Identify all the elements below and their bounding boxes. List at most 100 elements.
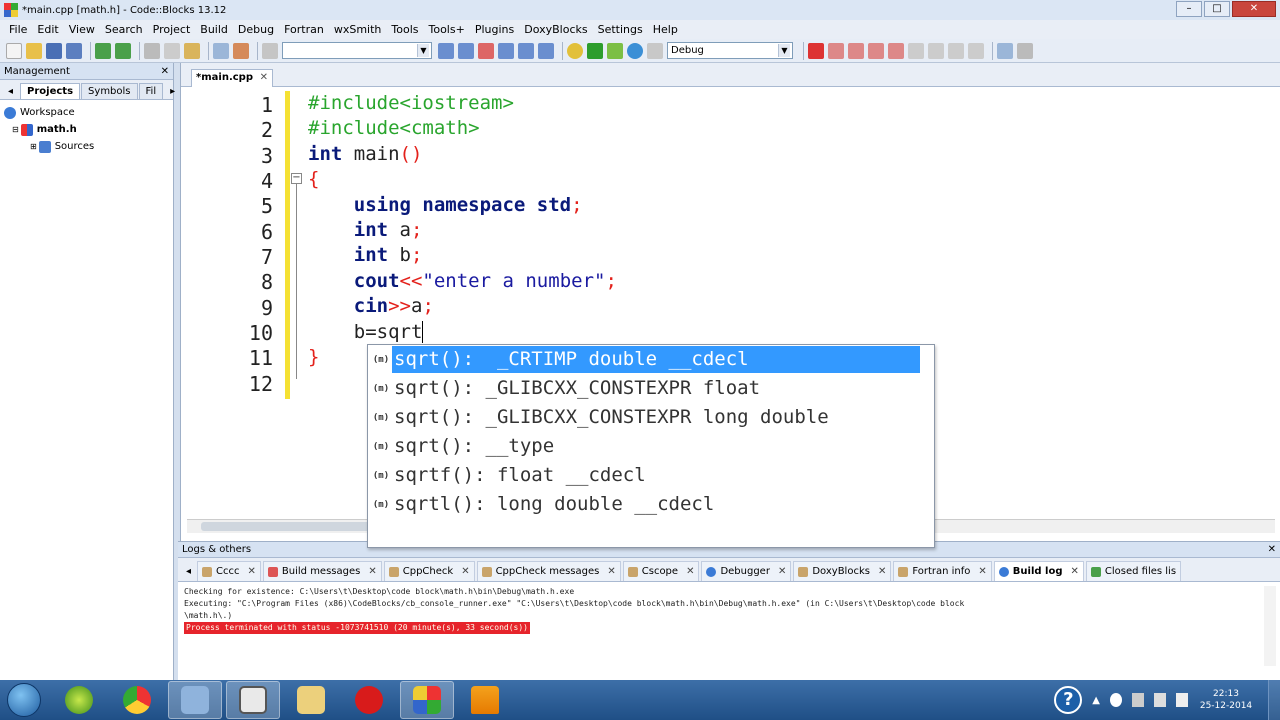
- autocomplete-item[interactable]: (m) sqrt(): _GLIBCXX_CONSTEXPR float: [368, 374, 934, 403]
- close-button[interactable]: ✕: [1232, 1, 1276, 17]
- replace-icon[interactable]: [233, 42, 249, 59]
- debug-windows-icon[interactable]: [997, 42, 1013, 59]
- tree-item-workspace[interactable]: Workspace: [4, 104, 169, 121]
- tab-debugger[interactable]: Debugger ✕: [701, 561, 792, 581]
- menu-search[interactable]: Search: [100, 23, 148, 36]
- clock[interactable]: 22:13 25-12-2014: [1198, 688, 1254, 712]
- action-center-icon[interactable]: [1132, 693, 1144, 707]
- tab-build-log[interactable]: Build log ✕: [993, 561, 1084, 581]
- collapse-icon[interactable]: ⊟: [12, 125, 19, 134]
- abort-icon[interactable]: [647, 42, 663, 59]
- autocomplete-item[interactable]: (m) sqrt(): _CRTIMP double __cdecl: [368, 345, 934, 374]
- taskbar-app[interactable]: [52, 681, 106, 719]
- scrollbar-thumb[interactable]: [201, 522, 381, 531]
- tab-doxyblocks[interactable]: DoxyBlocks ✕: [793, 561, 892, 581]
- vertical-scrollbar[interactable]: [1264, 586, 1276, 666]
- network-icon[interactable]: [1154, 693, 1166, 707]
- tab-scroll-left[interactable]: ◂: [2, 84, 19, 99]
- code-text[interactable]: #include<iostream> #include<cmath> int m…: [308, 91, 617, 370]
- bookmark-toggle-icon[interactable]: [538, 42, 554, 59]
- various-info-icon[interactable]: [1017, 42, 1033, 59]
- pause-icon[interactable]: [948, 42, 964, 59]
- jump-icon[interactable]: [262, 42, 278, 59]
- menu-edit[interactable]: Edit: [32, 23, 63, 36]
- debug-start-icon[interactable]: [808, 42, 824, 59]
- menu-doxyblocks[interactable]: DoxyBlocks: [519, 23, 592, 36]
- tab-build-messages[interactable]: Build messages ✕: [262, 561, 382, 581]
- taskbar-app[interactable]: [168, 681, 222, 719]
- run-to-cursor-icon[interactable]: [828, 42, 844, 59]
- step-into-icon[interactable]: [868, 42, 884, 59]
- next-line-icon[interactable]: [848, 42, 864, 59]
- tab-cppcheck-messages[interactable]: CppCheck messages ✕: [476, 561, 621, 581]
- maximize-button[interactable]: □: [1204, 1, 1230, 17]
- minimize-button[interactable]: –: [1176, 1, 1202, 17]
- menu-build[interactable]: Build: [195, 23, 233, 36]
- start-button[interactable]: [0, 680, 48, 720]
- tab-main-cpp[interactable]: *main.cpp ✕: [191, 69, 273, 87]
- menu-settings[interactable]: Settings: [593, 23, 648, 36]
- close-tab-icon[interactable]: ✕: [260, 72, 268, 85]
- open-icon[interactable]: [26, 42, 42, 59]
- tab-fortran-info[interactable]: Fortran info ✕: [893, 561, 992, 581]
- run-icon[interactable]: [587, 42, 603, 59]
- tray-app-icon[interactable]: [1110, 693, 1122, 707]
- fold-toggle-icon[interactable]: −: [291, 173, 302, 184]
- taskbar-app[interactable]: [342, 681, 396, 719]
- stop-icon[interactable]: [968, 42, 984, 59]
- rebuild-icon[interactable]: [627, 42, 643, 59]
- build-target-select[interactable]: Debug ▼: [667, 42, 793, 59]
- autocomplete-item[interactable]: (m) sqrtf(): float __cdecl: [368, 461, 934, 490]
- taskbar-app[interactable]: [458, 681, 512, 719]
- menu-tools-plus[interactable]: Tools+: [424, 23, 470, 36]
- new-file-icon[interactable]: [6, 42, 22, 59]
- help-icon[interactable]: ?: [1054, 686, 1083, 714]
- menu-debug[interactable]: Debug: [233, 23, 279, 36]
- taskbar-app[interactable]: [400, 681, 454, 719]
- save-icon[interactable]: [46, 42, 62, 59]
- build-icon[interactable]: [567, 42, 583, 59]
- build-run-icon[interactable]: [607, 42, 623, 59]
- next-instruction-icon[interactable]: [908, 42, 924, 59]
- taskbar-app[interactable]: [226, 681, 280, 719]
- save-all-icon[interactable]: [66, 42, 82, 59]
- tree-item-project[interactable]: ⊟ math.h: [4, 121, 169, 138]
- forward-icon[interactable]: [458, 42, 474, 59]
- volume-icon[interactable]: [1176, 693, 1188, 707]
- menu-project[interactable]: Project: [148, 23, 196, 36]
- tab-cppcheck[interactable]: CppCheck ✕: [383, 561, 475, 581]
- find-icon[interactable]: [213, 42, 229, 59]
- show-hidden-icons[interactable]: ▲: [1092, 695, 1100, 706]
- show-desktop-button[interactable]: [1268, 680, 1280, 720]
- cut-icon[interactable]: [144, 42, 160, 59]
- tab-scroll-left[interactable]: ◂: [182, 561, 195, 581]
- taskbar-app[interactable]: [110, 681, 164, 719]
- menu-plugins[interactable]: Plugins: [470, 23, 519, 36]
- redo-icon[interactable]: [115, 42, 131, 59]
- tab-files[interactable]: Fil: [138, 83, 164, 99]
- highlight-icon[interactable]: [478, 42, 494, 59]
- autocomplete-item[interactable]: (m) sqrtl(): long double __cdecl: [368, 490, 934, 519]
- autocomplete-item[interactable]: (m) sqrt(): __type: [368, 432, 934, 461]
- back-icon[interactable]: [438, 42, 454, 59]
- search-combo[interactable]: ▼: [282, 42, 432, 59]
- tab-cscope[interactable]: Cscope ✕: [622, 561, 700, 581]
- step-out-icon[interactable]: [888, 42, 904, 59]
- autocomplete-item[interactable]: (m) sqrt(): _GLIBCXX_CONSTEXPR long doubl…: [368, 403, 934, 432]
- menu-view[interactable]: View: [64, 23, 100, 36]
- paste-icon[interactable]: [184, 42, 200, 59]
- step-instruction-icon[interactable]: [928, 42, 944, 59]
- close-icon[interactable]: ✕: [161, 66, 169, 77]
- menu-tools[interactable]: Tools: [386, 23, 423, 36]
- tree-item-sources[interactable]: ⊞ Sources: [4, 138, 169, 155]
- menu-fortran[interactable]: Fortran: [279, 23, 329, 36]
- tab-closed-files[interactable]: Closed files lis: [1085, 561, 1182, 581]
- close-icon[interactable]: ✕: [1268, 544, 1276, 555]
- copy-icon[interactable]: [164, 42, 180, 59]
- tab-cccc[interactable]: Cccc ✕: [197, 561, 261, 581]
- bookmark-prev-icon[interactable]: [498, 42, 514, 59]
- menu-wxsmith[interactable]: wxSmith: [329, 23, 387, 36]
- menu-file[interactable]: File: [4, 23, 32, 36]
- tab-scroll-right[interactable]: ▸: [164, 84, 181, 99]
- taskbar-app[interactable]: [284, 681, 338, 719]
